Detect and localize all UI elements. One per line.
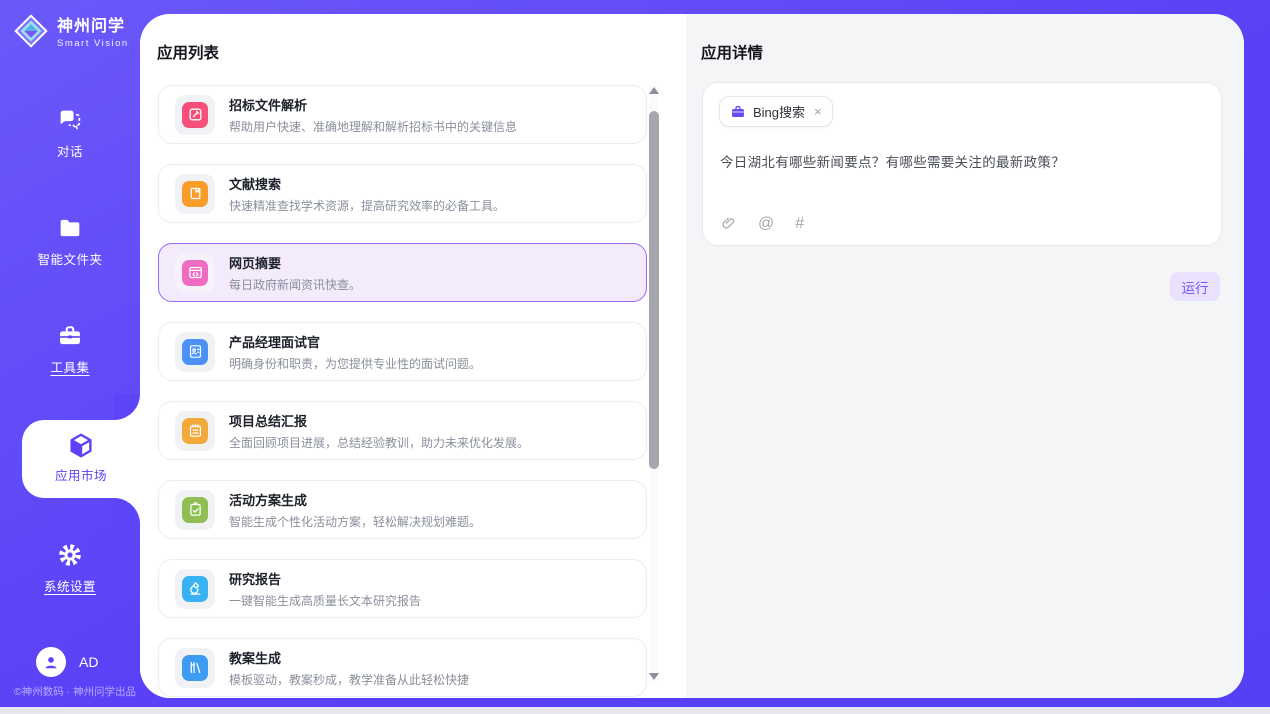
input-toolbar: @ # — [720, 215, 804, 232]
sidebar-item-label: 应用市场 — [22, 465, 140, 484]
folder-icon — [56, 214, 84, 242]
app-description: 帮助用户快速、准确地理解和解析招标书中的关键信息 — [229, 118, 517, 135]
app-description: 每日政府新闻资讯快查。 — [229, 276, 361, 293]
app-list-panel: 应用列表 招标文件解析 帮助用户快速、准确地理解和解析招标书中的关键信息 — [140, 14, 686, 698]
tab-curve-bottom — [114, 498, 140, 524]
app-icon-tile — [175, 648, 215, 688]
browser-code-icon — [187, 264, 204, 281]
app-name: 项目总结汇报 — [229, 411, 529, 430]
app-name: 招标文件解析 — [229, 95, 517, 114]
app-icon-tile — [175, 174, 215, 214]
scrollbar-thumb[interactable] — [649, 111, 659, 469]
sidebar-item-app-market[interactable]: 应用市场 — [22, 420, 140, 498]
briefcase-icon — [730, 104, 746, 120]
brand-tagline: Smart Vision — [57, 38, 129, 49]
sidebar-item-label: 智能文件夹 — [0, 249, 140, 268]
notepad-icon — [187, 422, 204, 439]
user-name: AD — [79, 654, 98, 670]
sidebar-item-label: 系统设置 — [0, 576, 140, 595]
app-name: 教案生成 — [229, 648, 469, 667]
app-icon-tile — [175, 95, 215, 135]
microscope-icon — [187, 580, 204, 597]
gear-icon — [56, 541, 84, 569]
app-description: 模板驱动，教案秒成，教学准备从此轻松快捷 — [229, 671, 469, 688]
app-detail-panel: 应用详情 Bing搜索 × 今日湖北有哪些新闻要点？有哪些需要关注的最新政策？ … — [686, 14, 1244, 698]
toolbox-icon — [56, 322, 84, 350]
app-description: 一键智能生成高质量长文本研究报告 — [229, 592, 421, 609]
app-card-literature-search[interactable]: 文献搜索 快速精准查找学术资源，提高研究效率的必备工具。 — [158, 164, 647, 223]
app-detail-title: 应用详情 — [701, 41, 763, 63]
brand-name: 神州问学 — [57, 12, 129, 36]
sidebar: 神州问学 Smart Vision 对话 智能文件夹 工具集 — [0, 0, 140, 707]
app-icon-tile — [175, 332, 215, 372]
prompt-input-card[interactable]: Bing搜索 × 今日湖北有哪些新闻要点？有哪些需要关注的最新政策？ @ # — [702, 82, 1222, 246]
tool-chip-bing-search[interactable]: Bing搜索 × — [719, 96, 833, 127]
app-icon-tile — [175, 411, 215, 451]
main-content: 应用列表 招标文件解析 帮助用户快速、准确地理解和解析招标书中的关键信息 — [140, 14, 1244, 698]
books-icon — [187, 659, 204, 676]
app-name: 研究报告 — [229, 569, 421, 588]
app-card-pm-interviewer[interactable]: 产品经理面试官 明确身份和职责，为您提供专业性的面试问题。 — [158, 322, 647, 381]
app-name: 活动方案生成 — [229, 490, 481, 509]
clipboard-check-icon — [187, 501, 204, 518]
chip-close-icon[interactable]: × — [814, 104, 822, 119]
book-icon — [187, 185, 204, 202]
app-card-lesson-plan-generator[interactable]: 教案生成 模板驱动，教案秒成，教学准备从此轻松快捷 — [158, 638, 647, 697]
resume-user-icon — [187, 343, 204, 360]
app-list-title: 应用列表 — [157, 41, 219, 63]
sidebar-item-toolset[interactable]: 工具集 — [0, 322, 140, 376]
app-description: 明确身份和职责，为您提供专业性的面试问题。 — [229, 355, 481, 372]
chat-icon — [56, 106, 84, 134]
sidebar-item-label: 工具集 — [0, 357, 140, 376]
app-description: 快速精准查找学术资源，提高研究效率的必备工具。 — [229, 197, 505, 214]
app-card-project-summary-report[interactable]: 项目总结汇报 全面回顾项目进展，总结经验教训，助力未来优化发展。 — [158, 401, 647, 460]
app-description: 全面回顾项目进展，总结经验教训，助力未来优化发展。 — [229, 434, 529, 451]
app-name: 产品经理面试官 — [229, 332, 481, 351]
brand-logo: 神州问学 Smart Vision — [13, 12, 129, 49]
diamond-logo-icon — [13, 13, 49, 49]
attachment-icon[interactable] — [720, 215, 737, 232]
mention-icon[interactable]: @ — [758, 216, 774, 232]
person-icon — [41, 652, 61, 672]
query-text: 今日湖北有哪些新闻要点？有哪些需要关注的最新政策？ — [720, 151, 1065, 171]
app-icon-tile — [175, 253, 215, 293]
scrollbar[interactable] — [649, 85, 659, 682]
app-card-research-report[interactable]: 研究报告 一键智能生成高质量长文本研究报告 — [158, 559, 647, 618]
app-card-bid-document-analysis[interactable]: 招标文件解析 帮助用户快速、准确地理解和解析招标书中的关键信息 — [158, 85, 647, 144]
sidebar-item-label: 对话 — [0, 141, 140, 160]
app-description: 智能生成个性化活动方案，轻松解决规划难题。 — [229, 513, 481, 530]
app-icon-tile — [175, 490, 215, 530]
document-pen-icon — [187, 106, 204, 123]
app-icon-tile — [175, 569, 215, 609]
user-account[interactable]: AD — [36, 647, 98, 677]
topic-icon[interactable]: # — [795, 216, 804, 232]
avatar — [36, 647, 66, 677]
sidebar-item-chat[interactable]: 对话 — [0, 106, 140, 160]
cube-icon — [66, 431, 96, 461]
copyright-text: ©神州数码 · 神州问学出品 — [0, 684, 150, 699]
app-name: 文献搜索 — [229, 174, 505, 193]
tab-curve-top — [114, 394, 140, 420]
scrollbar-down-arrow[interactable] — [649, 673, 659, 680]
app-card-web-summary-selected[interactable]: 网页摘要 每日政府新闻资讯快查。 — [158, 243, 647, 302]
sidebar-item-settings[interactable]: 系统设置 — [0, 541, 140, 595]
tool-chip-label: Bing搜索 — [753, 102, 805, 121]
scrollbar-up-arrow[interactable] — [649, 87, 659, 94]
app-card-list: 招标文件解析 帮助用户快速、准确地理解和解析招标书中的关键信息 文献搜索 快速精… — [158, 85, 647, 698]
run-button[interactable]: 运行 — [1170, 272, 1220, 301]
app-name: 网页摘要 — [229, 253, 361, 272]
sidebar-item-smart-folders[interactable]: 智能文件夹 — [0, 214, 140, 268]
app-card-activity-plan-generator[interactable]: 活动方案生成 智能生成个性化活动方案，轻松解决规划难题。 — [158, 480, 647, 539]
